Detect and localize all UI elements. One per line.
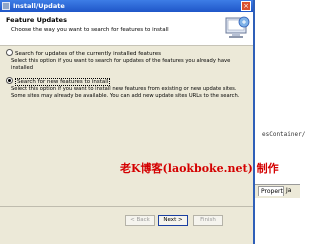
footer-separator	[0, 206, 253, 207]
wizard-header: Feature Updates Choose the way you want …	[0, 12, 253, 46]
page-title: Feature Updates	[6, 16, 67, 24]
radio-search-updates[interactable]	[6, 49, 13, 56]
desc-line: Select this option if you want to instal…	[11, 86, 237, 92]
dialog-title: Install/Update	[13, 2, 65, 10]
option-search-updates[interactable]: Search for updates of the currently inst…	[6, 49, 161, 57]
watermark-text: 老K博客(laokboke.net) 制作	[120, 162, 279, 175]
tab-properties[interactable]: Propert	[258, 186, 284, 196]
desc-line: Some sites may already be available. You…	[11, 93, 240, 99]
option-search-updates-label: Search for updates of the currently inst…	[15, 51, 161, 57]
finish-button[interactable]: Finish	[193, 215, 223, 226]
dialog-titlebar[interactable]: Install/Update ×	[0, 0, 253, 12]
update-wizard-icon	[225, 16, 250, 38]
option-search-new[interactable]: Search for new features to install	[6, 77, 111, 86]
option-search-new-desc: Select this option if you want to instal…	[11, 86, 239, 100]
code-editor-text: esContainer/	[262, 131, 306, 138]
close-button[interactable]: ×	[241, 1, 251, 11]
radio-search-new[interactable]	[6, 77, 13, 84]
option-search-updates-desc: Select this option if you want to search…	[11, 58, 230, 72]
option-search-new-label: Search for new features to install	[15, 78, 111, 86]
window-icon	[2, 2, 10, 10]
desc-line: installed	[11, 65, 34, 71]
tab-javadoc[interactable]: Ja	[286, 186, 300, 196]
next-button[interactable]: Next >	[158, 215, 188, 226]
page-description: Choose the way you want to search for fe…	[11, 27, 169, 33]
back-button[interactable]: < Back	[125, 215, 155, 226]
ide-view-area	[248, 198, 300, 244]
install-update-dialog: Install/Update × Feature Updates Choose …	[0, 0, 255, 244]
desc-line: Select this option if you want to search…	[11, 58, 231, 64]
